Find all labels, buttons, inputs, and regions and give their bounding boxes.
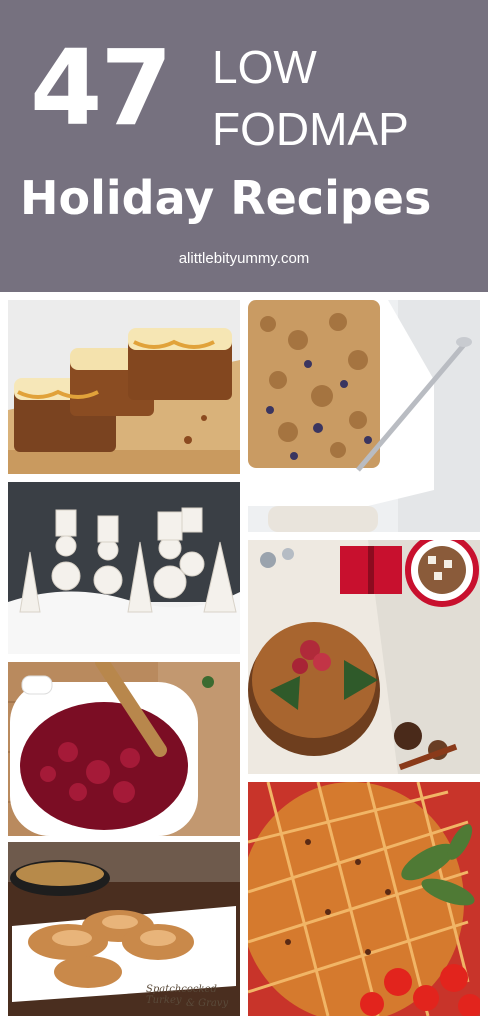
title-line-low: LOW: [212, 41, 317, 93]
site-url: alittlebityummy.com: [178, 250, 310, 267]
photo-snowman-cookies: [8, 482, 240, 654]
title-line-fodmap: FODMAP: [212, 103, 409, 155]
recipe-count: 47: [30, 27, 173, 149]
photo-spatchcocked-turkey: Spatchcocked Turkey & Gravy: [8, 842, 240, 1016]
photo-cranberry-sauce: [8, 662, 240, 836]
title-banner: 47 LOW FODMAP Holiday Recipes alittlebit…: [0, 0, 488, 292]
photo-loaf-cakes: [8, 300, 240, 474]
photo-blueberry-crumble: [248, 300, 480, 532]
title-line-holiday-recipes: Holiday Recipes: [20, 171, 432, 225]
photo-christmas-pudding: [248, 540, 480, 774]
photo-glazed-ham: [248, 782, 480, 1016]
turkey-caption-subtitle: & Gravy: [186, 998, 229, 1009]
